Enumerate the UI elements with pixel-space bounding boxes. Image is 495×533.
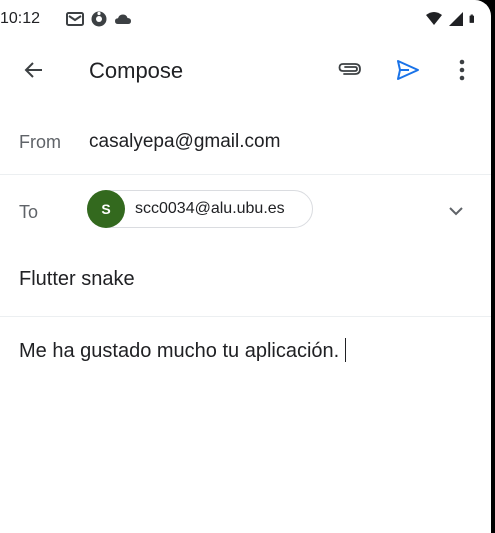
recipient-avatar: S (87, 190, 125, 228)
battery-icon (469, 14, 474, 23)
from-account[interactable]: casalyepa@gmail.com (89, 131, 280, 153)
gmail-icon (66, 12, 84, 26)
send-button[interactable] (388, 52, 428, 88)
subject-row (0, 248, 491, 317)
recipient-email: scc0034@alu.ubu.es (135, 200, 285, 217)
system-icons (425, 10, 479, 28)
body-editor[interactable]: Me ha gustado mucho tu aplicación. (19, 338, 479, 518)
send-icon (397, 60, 419, 80)
expand-recipients-button[interactable] (440, 195, 472, 227)
notification-icons (66, 10, 132, 28)
status-bar: 10:12 (0, 0, 491, 38)
to-row: To S scc0034@alu.ubu.es (0, 175, 491, 247)
attach-button[interactable] (330, 52, 370, 88)
arrow-back-icon (24, 62, 42, 78)
text-cursor (345, 338, 347, 362)
paperclip-icon (338, 63, 361, 75)
compose-screen: 10:12 Compose From casalyepa@gmail.com T… (0, 0, 491, 533)
from-row[interactable]: From casalyepa@gmail.com (0, 110, 491, 175)
wifi-icon (426, 12, 442, 25)
to-label: To (19, 202, 39, 222)
signal-icon (449, 12, 463, 26)
cloud-icon (115, 14, 131, 24)
more-vert-icon (459, 59, 465, 81)
vpn-icon (91, 11, 107, 27)
chevron-down-icon (449, 207, 463, 216)
recipient-chip[interactable]: S scc0034@alu.ubu.es (87, 190, 313, 228)
more-options-button[interactable] (444, 52, 480, 88)
app-bar: Compose (0, 38, 491, 102)
page-title: Compose (89, 58, 184, 83)
body-text: Me ha gustado mucho tu aplicación. (19, 340, 340, 362)
back-button[interactable] (14, 52, 54, 88)
status-time: 10:12 (0, 10, 41, 27)
subject-input[interactable] (19, 268, 469, 291)
from-label: From (19, 132, 61, 152)
